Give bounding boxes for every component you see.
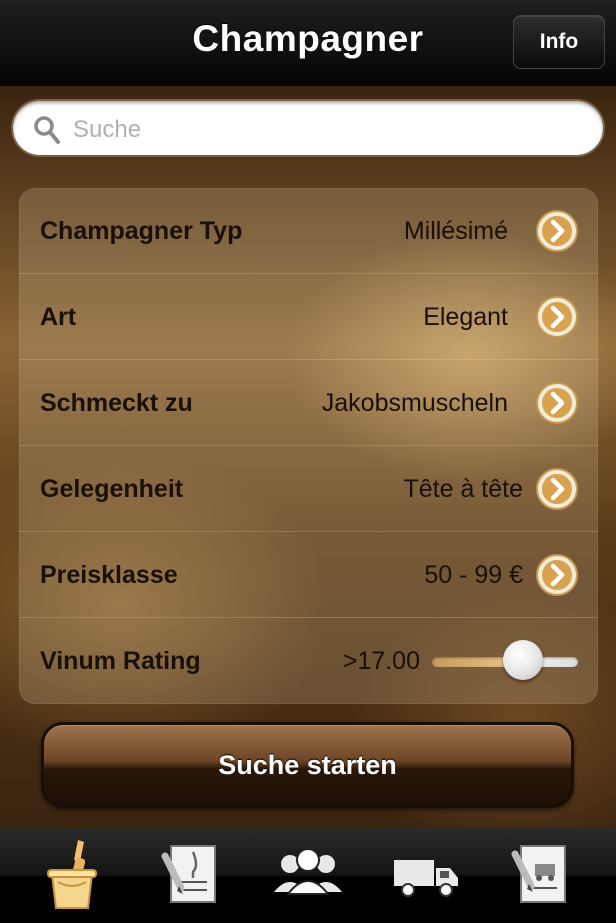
row-label: Art (40, 303, 77, 331)
order-form-icon (511, 845, 566, 903)
navigation-bar: Champagner Info (0, 0, 616, 86)
row-art[interactable]: Art Elegant (19, 274, 598, 360)
tab-tasting-notes[interactable] (150, 836, 230, 914)
row-value: 50 - 99 € (424, 561, 523, 589)
row-label: Preisklasse (40, 561, 178, 589)
tab-order-form[interactable] (500, 836, 580, 914)
rating-value: >17.00 (342, 647, 420, 675)
row-gelegenheit[interactable]: Gelegenheit Tête à tête (19, 446, 598, 532)
champagne-bucket-icon (47, 840, 97, 909)
chevron-right-icon[interactable] (535, 467, 579, 511)
search-icon (34, 116, 60, 144)
row-value: Tête à tête (403, 475, 523, 503)
row-champagner-typ[interactable]: Champagner Typ Millésimé (19, 188, 598, 274)
row-value: Millésimé (403, 217, 508, 245)
slider-thumb[interactable] (503, 640, 543, 680)
rating-slider[interactable] (432, 640, 578, 680)
group-icon (274, 848, 342, 895)
delivery-truck-icon (394, 860, 458, 897)
tab-delivery[interactable] (386, 836, 466, 914)
row-label: Gelegenheit (40, 475, 184, 503)
row-vinum-rating: Vinum Rating >17.00 (19, 618, 598, 704)
chevron-right-icon[interactable] (535, 295, 579, 339)
tasting-notes-icon (161, 845, 216, 903)
row-schmeckt-zu[interactable]: Schmeckt zu Jakobsmuscheln (19, 360, 598, 446)
row-value: Elegant (423, 303, 508, 331)
search-input[interactable] (71, 111, 585, 149)
tab-group[interactable] (268, 836, 348, 914)
row-preisklasse[interactable]: Preisklasse 50 - 99 € (19, 532, 598, 618)
row-value: Jakobsmuscheln (321, 389, 508, 417)
row-label: Vinum Rating (40, 647, 201, 675)
row-label: Champagner Typ (40, 217, 243, 245)
info-button[interactable]: Info (513, 15, 605, 69)
search-criteria-panel: Champagner Typ Millésimé Art Elegant Sch… (19, 188, 598, 704)
tab-champagne[interactable] (32, 836, 112, 914)
search-bar[interactable] (11, 99, 605, 157)
start-search-button[interactable]: Suche starten (41, 722, 574, 808)
chevron-right-icon[interactable] (535, 553, 579, 597)
row-label: Schmeckt zu (40, 389, 193, 417)
chevron-right-icon[interactable] (535, 209, 579, 253)
chevron-right-icon[interactable] (535, 381, 579, 425)
tab-bar (0, 828, 616, 923)
